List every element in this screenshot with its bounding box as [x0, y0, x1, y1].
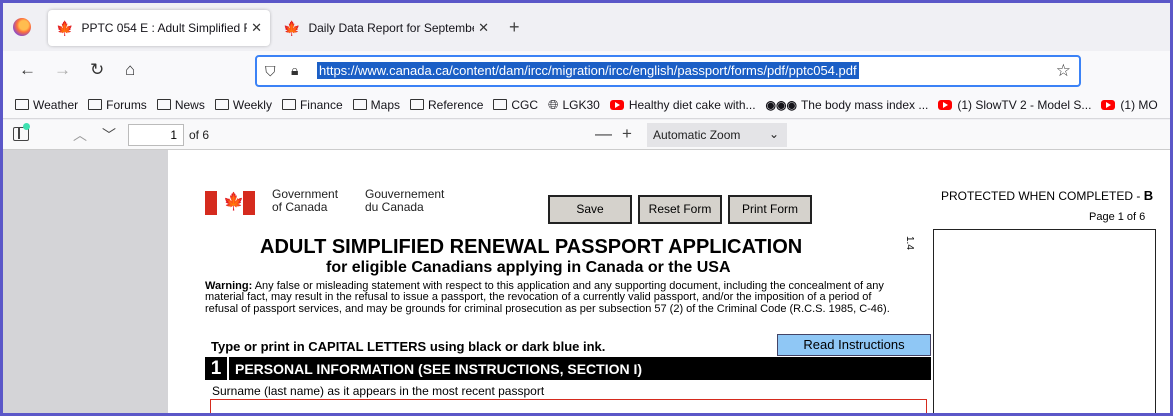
warning-text: Warning: Any false or misleading stateme… — [205, 280, 890, 315]
maple-leaf-icon: 🍁 — [283, 19, 301, 36]
tab-title: Daily Data Report for September — [308, 21, 475, 35]
bookmark-weather[interactable]: Weather — [15, 98, 78, 112]
form-subtitle: for eligible Canadians applying in Canad… — [326, 259, 731, 276]
browser-window: 🍁 PPTC 054 E : Adult Simplified Re ✕ 🍁 D… — [3, 3, 1170, 413]
pdf-viewer[interactable]: 🍁 Government of Canada Gouvernement du C… — [3, 150, 1170, 413]
previous-page-icon[interactable]: ︿ — [73, 125, 87, 145]
page-indicator: Page 1 of 6 — [1089, 211, 1146, 223]
surname-field[interactable] — [210, 399, 927, 413]
ink-instruction: Type or print in CAPITAL LETTERS using b… — [211, 339, 606, 354]
bookmark-reference[interactable]: Reference — [410, 98, 483, 112]
bookmarks-bar: Weather Forums News Weekly Finance Maps … — [3, 91, 1170, 119]
zoom-select[interactable]: Automatic Zoom ⌄ — [647, 123, 787, 147]
url-bar[interactable]: ⛉ 🔒︎ https://www.canada.ca/content/dam/i… — [255, 55, 1081, 87]
zoom-value: Automatic Zoom — [653, 128, 741, 142]
url-text[interactable]: https://www.canada.ca/content/dam/ircc/m… — [317, 62, 859, 79]
canada-flag-icon: 🍁 — [205, 191, 255, 215]
bookmark-lgk30[interactable]: 🌐︎ LGK30 — [548, 97, 600, 113]
bookmark-weekly[interactable]: Weekly — [214, 98, 272, 112]
forward-arrow-icon[interactable]: → — [54, 60, 71, 80]
navigation-bar: ← → ↻ ⌂ ⛉ 🔒︎ https://www.canada.ca/conte… — [3, 51, 1170, 91]
photo-box — [933, 229, 1156, 413]
maple-leaf-icon: 🍁 — [56, 19, 74, 36]
form-version: 1.4 — [904, 236, 915, 250]
folder-icon — [281, 99, 296, 110]
section-title: PERSONAL INFORMATION (SEE INSTRUCTIONS, … — [235, 360, 643, 377]
bookmark-maps[interactable]: Maps — [352, 98, 400, 112]
zoom-out-icon[interactable]: — — [595, 124, 612, 144]
reload-icon[interactable]: ↻ — [90, 60, 104, 80]
star-icon[interactable]: ☆ — [1056, 61, 1071, 81]
tab-strip: 🍁 PPTC 054 E : Adult Simplified Re ✕ 🍁 D… — [3, 3, 1170, 51]
save-button[interactable]: Save — [548, 195, 632, 224]
notification-dot-icon — [23, 123, 30, 130]
page-number-input[interactable]: 1 — [128, 124, 184, 146]
bookmark-bmi[interactable]: ◉◉◉ The body mass index ... — [766, 98, 929, 112]
folder-icon — [214, 99, 229, 110]
bookmark-healthy-diet[interactable]: Healthy diet cake with... — [609, 98, 756, 112]
abc-icon: ◉◉◉ — [765, 97, 797, 112]
print-form-button[interactable]: Print Form — [728, 195, 812, 224]
shield-icon[interactable]: ⛉ — [265, 63, 276, 80]
bookmark-cgc[interactable]: CGC — [493, 98, 538, 112]
firefox-icon[interactable] — [13, 18, 31, 36]
read-instructions-button[interactable]: Read Instructions — [777, 334, 931, 356]
zoom-in-icon[interactable]: + — [622, 124, 632, 144]
folder-icon — [410, 99, 424, 110]
page-count: of 6 — [189, 128, 210, 142]
pdf-page: 🍁 Government of Canada Gouvernement du C… — [168, 150, 1170, 413]
globe-icon: 🌐︎ — [548, 96, 559, 112]
lock-icon[interactable]: 🔒︎ — [291, 62, 298, 79]
youtube-icon — [1101, 99, 1116, 110]
back-arrow-icon[interactable]: ← — [19, 60, 36, 80]
folder-icon — [88, 99, 103, 110]
tab-daily-report[interactable]: 🍁 Daily Data Report for September ✕ — [275, 10, 497, 46]
folder-icon — [493, 99, 508, 110]
bookmark-mo[interactable]: (1) MO — [1101, 98, 1158, 112]
new-tab-button[interactable]: + — [509, 17, 520, 38]
gov-name-fr: Gouvernement du Canada — [365, 187, 445, 214]
youtube-icon — [609, 99, 624, 110]
folder-icon — [15, 99, 29, 110]
protected-label: PROTECTED WHEN COMPLETED - B — [941, 188, 1154, 203]
gov-name-en: Government of Canada — [272, 187, 339, 214]
tab-title: PPTC 054 E : Adult Simplified Re — [81, 21, 248, 35]
chevron-down-icon: ⌄ — [768, 127, 779, 141]
surname-label: Surname (last name) as it appears in the… — [212, 384, 545, 398]
bookmark-news[interactable]: News — [156, 98, 205, 112]
bookmark-forums[interactable]: Forums — [88, 98, 147, 112]
pdf-toolbar: ︿ ﹀ 1 of 6 — + Automatic Zoom ⌄ — [3, 120, 1170, 150]
bookmark-slowtv[interactable]: (1) SlowTV 2 - Model S... — [938, 98, 1091, 112]
bookmark-finance[interactable]: Finance — [281, 98, 343, 112]
tab-passport-form[interactable]: 🍁 PPTC 054 E : Adult Simplified Re ✕ — [48, 10, 270, 46]
section-header: 1 PERSONAL INFORMATION (SEE INSTRUCTIONS… — [205, 357, 931, 380]
reset-form-button[interactable]: Reset Form — [638, 195, 722, 224]
youtube-icon — [938, 99, 953, 110]
close-icon[interactable]: ✕ — [478, 20, 489, 36]
close-icon[interactable]: ✕ — [251, 20, 262, 36]
folder-icon — [352, 99, 367, 110]
next-page-icon[interactable]: ﹀ — [102, 125, 116, 145]
home-icon[interactable]: ⌂ — [125, 60, 135, 80]
folder-icon — [156, 99, 171, 110]
form-title: ADULT SIMPLIFIED RENEWAL PASSPORT APPLIC… — [260, 236, 803, 258]
section-number: 1 — [205, 357, 229, 380]
